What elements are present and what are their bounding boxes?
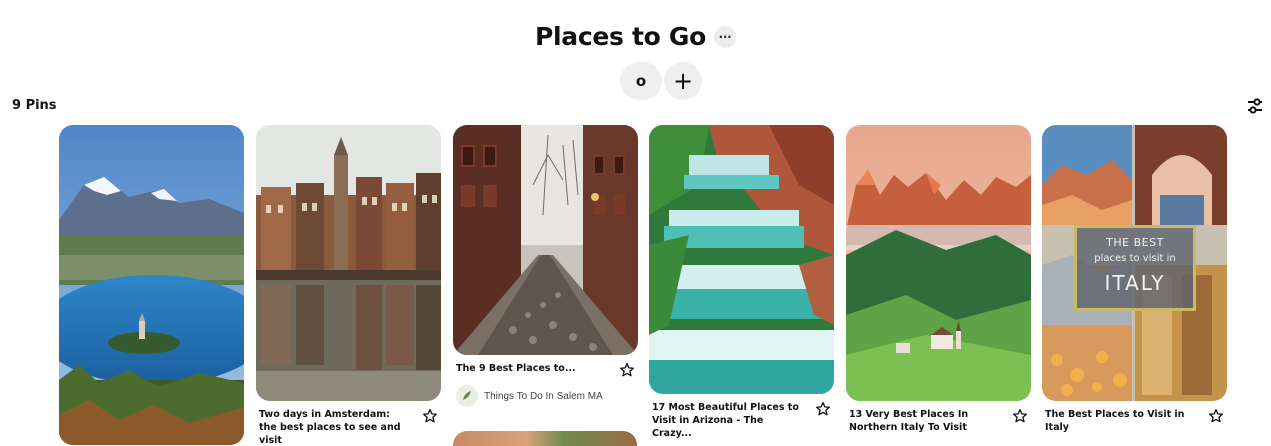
pin-title[interactable]: 17 Most Beautiful Places to Visit in Ari… (652, 401, 802, 440)
pin-card[interactable]: The 9 Best Places to... Things To Do In … (453, 125, 638, 407)
collaborator-avatar[interactable]: o (620, 62, 662, 100)
pin-title[interactable]: 13 Very Best Places In Northern Italy To… (849, 408, 999, 434)
pin-meta: The Best Places to Visit in Italy (1042, 408, 1227, 434)
pin-card[interactable]: THE BEST places to visit in ITALY The Be… (1042, 125, 1227, 434)
pin-image-partial[interactable] (453, 431, 637, 446)
pin-card[interactable] (59, 125, 244, 445)
pin-title[interactable]: Two days in Amsterdam: the best places t… (259, 408, 409, 446)
filter-icon[interactable] (1245, 96, 1265, 116)
star-icon[interactable] (815, 401, 831, 417)
star-icon[interactable] (619, 362, 635, 378)
more-options-button[interactable]: ··· (714, 25, 737, 48)
pin-image-italy-collage[interactable]: THE BEST places to visit in ITALY (1042, 125, 1227, 401)
star-icon[interactable] (1012, 408, 1028, 424)
board-title: Places to Go (534, 22, 707, 51)
pin-count: 9 Pins (12, 98, 57, 113)
pin-meta: Two days in Amsterdam: the best places t… (256, 408, 441, 446)
pin-title[interactable]: The 9 Best Places to... (456, 362, 606, 375)
pin-source-name: Things To Do In Salem MA (484, 390, 603, 402)
pin-meta: 17 Most Beautiful Places to Visit in Ari… (649, 401, 834, 440)
pin-source[interactable]: Things To Do In Salem MA (453, 385, 638, 407)
pin-card[interactable]: Two days in Amsterdam: the best places t… (256, 125, 441, 446)
pin-image-lake-island[interactable] (59, 125, 244, 445)
italy-overlay-card: THE BEST places to visit in ITALY (1074, 225, 1196, 311)
overlay-line-3: ITALY (1104, 271, 1166, 295)
pin-meta: 13 Very Best Places In Northern Italy To… (846, 408, 1031, 434)
overlay-line-1: THE BEST (1106, 236, 1164, 249)
source-avatar-icon (456, 385, 478, 407)
board-title-wrap: Places to Go ··· (534, 22, 737, 51)
pin-image-dolomites[interactable] (846, 125, 1031, 401)
pin-image-amsterdam[interactable] (256, 125, 441, 401)
pin-meta: The 9 Best Places to... (453, 362, 638, 378)
star-icon[interactable] (1208, 408, 1224, 424)
add-collaborator-button[interactable]: + (664, 62, 702, 100)
pin-image-waterfall[interactable] (649, 125, 834, 394)
star-icon[interactable] (422, 408, 438, 424)
board-header: Places to Go ··· (0, 22, 1271, 51)
pin-card[interactable]: 17 Most Beautiful Places to Visit in Ari… (649, 125, 834, 440)
overlay-line-2: places to visit in (1094, 253, 1176, 264)
pin-image-cobblestone-street[interactable] (453, 125, 638, 355)
pin-card[interactable]: 13 Very Best Places In Northern Italy To… (846, 125, 1031, 434)
collaborator-row: o + (620, 62, 702, 100)
pin-title[interactable]: The Best Places to Visit in Italy (1045, 408, 1195, 434)
